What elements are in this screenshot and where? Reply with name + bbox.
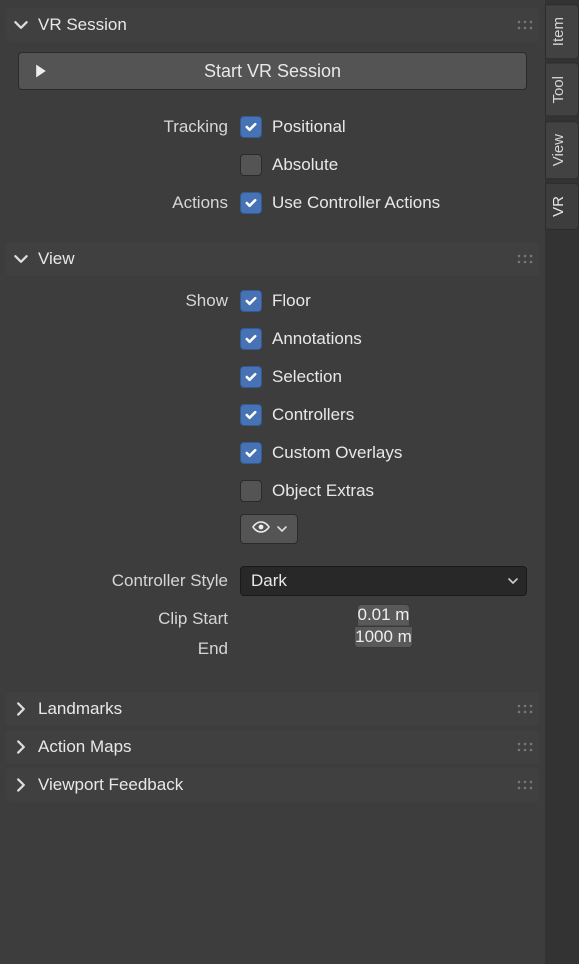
- row-controller-style: Controller Style Dark: [18, 566, 527, 596]
- panel-vr-session: VR Session Start VR Session Tracking Pos…: [6, 8, 539, 234]
- sidebar-tab-view[interactable]: View: [545, 121, 579, 179]
- checkbox-absolute[interactable]: [240, 154, 262, 176]
- panel-header-landmarks[interactable]: Landmarks: [6, 692, 539, 726]
- row-show-object-extras: Object Extras: [18, 476, 527, 506]
- label-tracking: Tracking: [18, 117, 228, 137]
- drag-grip-icon[interactable]: [515, 702, 533, 716]
- collapsed-panels: Landmarks Action Maps Viewport Feedback: [6, 692, 539, 802]
- row-show-floor: Show Floor: [18, 286, 527, 316]
- checkbox-positional[interactable]: [240, 116, 262, 138]
- checkbox-label: Custom Overlays: [272, 443, 402, 463]
- panel-body-vr-session: Start VR Session Tracking Positional: [6, 42, 539, 234]
- chevron-down-icon: [508, 571, 518, 591]
- checkbox-label: Object Extras: [272, 481, 374, 501]
- play-icon: [33, 63, 49, 79]
- drag-grip-icon[interactable]: [515, 740, 533, 754]
- row-show-controllers: Controllers: [18, 400, 527, 430]
- checkbox-floor[interactable]: [240, 290, 262, 312]
- checkbox-label: Controllers: [272, 405, 354, 425]
- checkbox-label: Use Controller Actions: [272, 193, 440, 213]
- panel-title: Action Maps: [38, 737, 507, 757]
- panel-title: Landmarks: [38, 699, 507, 719]
- sidebar-tab-vr[interactable]: VR: [545, 183, 579, 230]
- chevron-right-icon: [12, 738, 30, 756]
- chevron-down-icon: [12, 16, 30, 34]
- drag-grip-icon[interactable]: [515, 18, 533, 32]
- sidebar-tab-tool[interactable]: Tool: [545, 63, 579, 117]
- label-clip-start: Clip Start: [18, 604, 228, 634]
- label-show: Show: [18, 291, 228, 311]
- row-show-custom-overlays: Custom Overlays: [18, 438, 527, 468]
- numfield-clip-end[interactable]: 1000 m: [354, 626, 413, 648]
- panel-header-action-maps[interactable]: Action Maps: [6, 730, 539, 764]
- checkbox-annotations[interactable]: [240, 328, 262, 350]
- eye-icon: [251, 519, 271, 540]
- dropdown-controller-style[interactable]: Dark: [240, 566, 527, 596]
- chevron-down-icon: [277, 519, 287, 539]
- row-actions-controller: Actions Use Controller Actions: [18, 188, 527, 218]
- panel-title: Viewport Feedback: [38, 775, 507, 795]
- chevron-right-icon: [12, 700, 30, 718]
- sidebar-tab-item[interactable]: Item: [545, 4, 579, 59]
- row-tracking-absolute: Absolute: [18, 150, 527, 180]
- label-controller-style: Controller Style: [18, 571, 228, 591]
- checkbox-label: Annotations: [272, 329, 362, 349]
- panel-header-vr-session[interactable]: VR Session: [6, 8, 539, 42]
- checkbox-label: Absolute: [272, 155, 338, 175]
- dropdown-value: Dark: [251, 571, 287, 591]
- panel-body-view: Show Floor Annotations Selection: [6, 276, 539, 680]
- row-tracking-positional: Tracking Positional: [18, 112, 527, 142]
- chevron-right-icon: [12, 776, 30, 794]
- checkbox-label: Floor: [272, 291, 311, 311]
- panel-title: VR Session: [38, 15, 507, 35]
- panel-header-viewport-feedback[interactable]: Viewport Feedback: [6, 768, 539, 802]
- label-clip-end: End: [18, 634, 228, 664]
- row-show-annotations: Annotations: [18, 324, 527, 354]
- checkbox-label: Selection: [272, 367, 342, 387]
- checkbox-object-extras[interactable]: [240, 480, 262, 502]
- start-vr-session-label: Start VR Session: [204, 61, 341, 82]
- panel-title: View: [38, 249, 507, 269]
- panel-view: View Show Floor Annotations: [6, 242, 539, 680]
- panel-header-view[interactable]: View: [6, 242, 539, 276]
- checkbox-selection[interactable]: [240, 366, 262, 388]
- start-vr-session-button[interactable]: Start VR Session: [18, 52, 527, 90]
- row-clip: Clip Start End 0.01 m 1000 m: [18, 604, 527, 664]
- drag-grip-icon[interactable]: [515, 778, 533, 792]
- visibility-popover-button[interactable]: [240, 514, 298, 544]
- numfield-clip-start[interactable]: 0.01 m: [357, 604, 411, 626]
- label-actions: Actions: [18, 193, 228, 213]
- checkbox-controllers[interactable]: [240, 404, 262, 426]
- properties-panel: VR Session Start VR Session Tracking Pos…: [0, 0, 545, 964]
- checkbox-label: Positional: [272, 117, 346, 137]
- checkbox-custom-overlays[interactable]: [240, 442, 262, 464]
- row-show-selection: Selection: [18, 362, 527, 392]
- sidebar-tabstrip: Item Tool View VR: [545, 0, 579, 964]
- checkbox-controller-actions[interactable]: [240, 192, 262, 214]
- row-visibility-popover: [18, 514, 527, 544]
- chevron-down-icon: [12, 250, 30, 268]
- drag-grip-icon[interactable]: [515, 252, 533, 266]
